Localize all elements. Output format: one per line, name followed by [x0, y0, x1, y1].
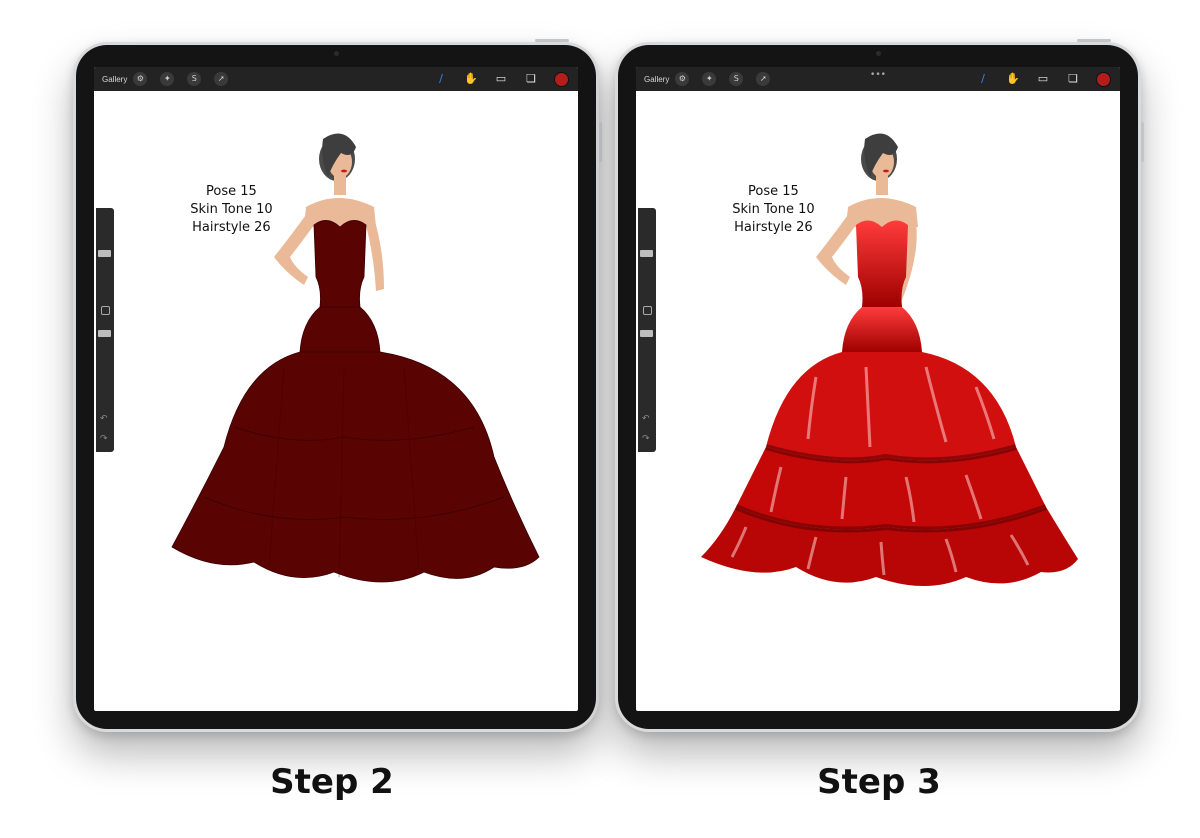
- front-camera: [876, 51, 881, 56]
- eyedropper-square-icon[interactable]: [643, 306, 652, 315]
- caption-skin-tone: Skin Tone 10: [732, 201, 815, 217]
- procreate-canvas-right[interactable]: Gallery ⚙ ✦ S ➚ ∕ ✋ ▭ ❏ ••• Pose 15 Skin…: [636, 67, 1120, 711]
- tablet-left: Gallery ⚙ ✦ S ➚ ∕ ✋ ▭ ❏ Pose 15 Skin Ton…: [73, 39, 602, 732]
- step-2-label: Step 2: [270, 762, 394, 802]
- tablet-bezel: Gallery ⚙ ✦ S ➚ ∕ ✋ ▭ ❏ Pose 15 Skin Ton…: [76, 45, 596, 729]
- opacity-slider[interactable]: [98, 330, 111, 337]
- caption-pose: Pose 15: [748, 183, 799, 199]
- fashion-figure-shaded: [701, 133, 1078, 586]
- figure-caption: Pose 15 Skin Tone 10 Hairstyle 26: [171, 183, 291, 237]
- tablet-top-button: [1077, 39, 1111, 42]
- tablet-right: Gallery ⚙ ✦ S ➚ ∕ ✋ ▭ ❏ ••• Pose 15 Skin…: [615, 39, 1144, 732]
- tablet-top-button: [535, 39, 569, 42]
- redo-icon[interactable]: ↷: [642, 434, 650, 444]
- procreate-canvas-left[interactable]: Gallery ⚙ ✦ S ➚ ∕ ✋ ▭ ❏ Pose 15 Skin Ton…: [94, 67, 578, 711]
- opacity-slider[interactable]: [640, 330, 653, 337]
- redo-icon[interactable]: ↷: [100, 434, 108, 444]
- step-3-label: Step 3: [817, 762, 941, 802]
- eyedropper-square-icon[interactable]: [101, 306, 110, 315]
- figure-caption: Pose 15 Skin Tone 10 Hairstyle 26: [713, 183, 833, 237]
- brush-size-sidebar-right[interactable]: ↶ ↷: [638, 208, 656, 452]
- caption-pose: Pose 15: [206, 183, 257, 199]
- brush-size-sidebar-left[interactable]: ↶ ↷: [96, 208, 114, 452]
- fashion-figure-flat: [171, 133, 540, 583]
- front-camera: [334, 51, 339, 56]
- undo-icon[interactable]: ↶: [642, 414, 650, 424]
- tablet-bezel: Gallery ⚙ ✦ S ➚ ∕ ✋ ▭ ❏ ••• Pose 15 Skin…: [618, 45, 1138, 729]
- brush-size-slider[interactable]: [98, 250, 111, 257]
- undo-icon[interactable]: ↶: [100, 414, 108, 424]
- tablet-volume-button: [1141, 122, 1144, 162]
- caption-skin-tone: Skin Tone 10: [190, 201, 273, 217]
- brush-size-slider[interactable]: [640, 250, 653, 257]
- tablet-volume-button: [599, 122, 602, 162]
- caption-hairstyle: Hairstyle 26: [192, 219, 271, 235]
- caption-hairstyle: Hairstyle 26: [734, 219, 813, 235]
